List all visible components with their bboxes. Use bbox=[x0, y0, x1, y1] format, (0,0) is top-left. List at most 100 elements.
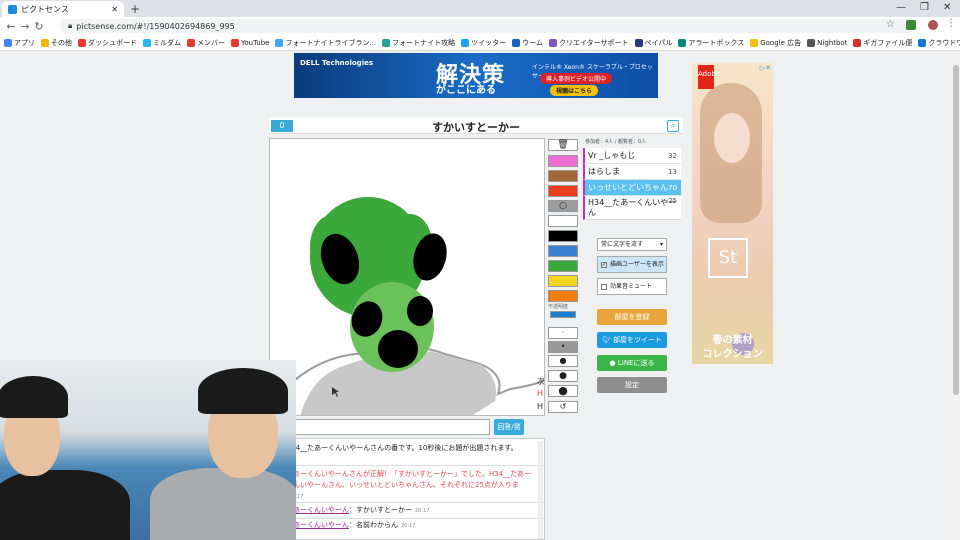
bookmark-item[interactable]: ギガファイル便 bbox=[853, 38, 912, 48]
page-scrollbar[interactable] bbox=[952, 51, 960, 540]
brush-size-1[interactable]: · bbox=[548, 327, 578, 339]
tab-active[interactable]: ピクトセンス ✕ bbox=[2, 1, 124, 17]
chat-input-row: 回答/発言 bbox=[288, 418, 546, 447]
brush-size-2[interactable]: • bbox=[548, 341, 578, 353]
banner-ad[interactable]: DELL Technologies 解決策 がここにある インテル® Xeon®… bbox=[294, 53, 658, 98]
color-swatch[interactable]: ○ bbox=[548, 200, 578, 212]
bookmark-item[interactable]: YouTube bbox=[231, 38, 269, 47]
bookmark-item[interactable]: フォートナイトライブラン... bbox=[275, 38, 376, 48]
color-swatch[interactable] bbox=[548, 155, 578, 167]
chat-stream-select[interactable]: 常に文字を流す ▾ bbox=[597, 238, 667, 251]
address-bar-row: ← → ↻ 🔒︎ pictsense.com/#!/1590402694869_… bbox=[0, 17, 960, 35]
menu-dots-icon[interactable]: ⋮ bbox=[946, 18, 956, 29]
new-tab-icon[interactable]: + bbox=[130, 2, 140, 16]
bookmark-favicon-icon bbox=[4, 38, 12, 47]
bookmark-favicon-icon bbox=[275, 38, 284, 47]
send-answer-button[interactable]: 回答/発言 bbox=[494, 419, 524, 447]
color-swatch[interactable] bbox=[548, 275, 578, 287]
maximize-icon[interactable]: ❐ bbox=[920, 2, 929, 13]
back-icon[interactable]: ← bbox=[4, 20, 18, 33]
magnifier-icon[interactable]: ⌕ bbox=[667, 120, 679, 132]
color-swatch[interactable] bbox=[548, 215, 578, 227]
bookmark-item[interactable]: アラートボックス bbox=[678, 38, 744, 48]
chat-message: たあーくんいやーん：名前わからん 20:17 bbox=[286, 521, 416, 529]
line-share-button[interactable]: ● LINEに送る bbox=[597, 355, 667, 371]
chat-log: H34__たあーくんいやーんさんの番です。10秒後にお題が出題されます。 たあー… bbox=[281, 438, 545, 540]
player-list: 参加者：4人 / 観覧者：0人 Vr _しゃもじ 32 はらしま 13 いっせいとどいち… bbox=[583, 138, 683, 220]
chevron-down-icon: ▾ bbox=[659, 241, 663, 248]
register-room-button[interactable]: 部屋を登録 bbox=[597, 309, 667, 325]
player-row: いっせいとどいちゃん 70 bbox=[583, 180, 681, 196]
bookmark-item[interactable]: Nightbot bbox=[807, 38, 847, 47]
extension-icon[interactable] bbox=[906, 20, 916, 30]
score-badge: 0 bbox=[271, 120, 293, 132]
bookmark-favicon-icon bbox=[461, 38, 470, 47]
close-window-icon[interactable]: ✕ bbox=[943, 2, 951, 13]
person-left-cap bbox=[0, 376, 68, 418]
chat-scrollbar[interactable] bbox=[538, 441, 543, 539]
bookmark-favicon-icon bbox=[750, 38, 759, 47]
adobe-logo: Adobe bbox=[698, 65, 720, 89]
twitter-icon: 🐦︎ bbox=[601, 336, 614, 344]
bookmarks-bar: アプリ その他 ダッシュボード ミルダム メンバー YouTube フォートナイトライブラン… bbox=[0, 35, 960, 51]
bookmark-item[interactable]: クリエイターサポート bbox=[548, 38, 629, 48]
chat-input[interactable] bbox=[288, 419, 490, 435]
webcam-overlay bbox=[0, 360, 296, 540]
ad-cta[interactable]: 視聴はこちら bbox=[550, 85, 599, 96]
brush-size-4[interactable]: ● bbox=[548, 370, 578, 382]
forward-icon[interactable]: → bbox=[18, 20, 32, 33]
ad-product: St bbox=[708, 238, 748, 278]
player-points: 25 bbox=[668, 197, 677, 205]
color-swatch[interactable] bbox=[548, 170, 578, 182]
brush-size-3[interactable]: ● bbox=[548, 355, 578, 367]
ad-text1: 春の素材 bbox=[712, 335, 753, 346]
bookmark-item[interactable]: ミルダム bbox=[143, 38, 181, 48]
bookmark-item[interactable]: アプリ bbox=[4, 38, 35, 48]
settings-button[interactable]: 設定 bbox=[597, 377, 667, 393]
player-row: H34__たあーくんいやーん 25 bbox=[583, 196, 681, 220]
bookmark-item[interactable]: ツイッター bbox=[461, 38, 506, 48]
color-swatch[interactable] bbox=[548, 260, 578, 272]
bookmark-favicon-icon bbox=[78, 38, 86, 47]
color-swatch[interactable] bbox=[548, 245, 578, 257]
color-swatch[interactable] bbox=[548, 185, 578, 197]
bookmark-item[interactable]: クラウドワークス bbox=[918, 38, 960, 48]
opacity-slider[interactable] bbox=[550, 311, 576, 318]
close-tab-icon[interactable]: ✕ bbox=[111, 5, 118, 14]
bookmark-item[interactable]: フォートナイト攻略 bbox=[382, 38, 455, 48]
bookmark-favicon-icon bbox=[678, 38, 687, 47]
minimize-icon[interactable]: — bbox=[896, 2, 906, 13]
bookmark-favicon-icon bbox=[918, 38, 927, 47]
tool-palette: 🗑︎ ○ 不透明度 · • ● ● ● ↺ bbox=[547, 138, 579, 416]
bookmark-item[interactable]: ウーム bbox=[512, 38, 543, 48]
checkbox-empty-icon bbox=[601, 283, 607, 290]
show-drawer-checkbox[interactable]: ✓ 描画ユーザーを表示 bbox=[597, 256, 667, 273]
player-points: 70 bbox=[668, 184, 677, 192]
lock-icon: 🔒︎ bbox=[68, 21, 73, 30]
mute-sound-checkbox[interactable]: 効果音ミュート bbox=[597, 278, 667, 295]
player-points: 13 bbox=[668, 168, 677, 176]
color-swatch[interactable] bbox=[548, 230, 578, 242]
reload-icon[interactable]: ↻ bbox=[32, 20, 46, 33]
color-swatch[interactable] bbox=[548, 290, 578, 302]
brush-size-5[interactable]: ● bbox=[548, 385, 578, 397]
hint-mark-2: H bbox=[537, 402, 544, 411]
star-icon[interactable]: ☆ bbox=[886, 19, 895, 30]
trash-icon[interactable]: 🗑︎ bbox=[548, 139, 578, 151]
bookmark-item[interactable]: メンバー bbox=[187, 38, 225, 48]
bookmark-item[interactable]: その他 bbox=[41, 38, 72, 48]
profile-avatar-icon[interactable] bbox=[928, 20, 938, 30]
bookmark-item[interactable]: ペイパル bbox=[634, 38, 672, 48]
undo-icon[interactable]: ↺ bbox=[548, 401, 578, 413]
chat-message: たあーくんいやーん：すかいすとーかー 20:17 bbox=[286, 506, 430, 514]
drawing-canvas[interactable]: 次 H H bbox=[269, 138, 545, 416]
url-input[interactable]: 🔒︎ pictsense.com/#!/1590402694869_995 bbox=[60, 19, 915, 33]
ad-choices-icon[interactable]: ▷✕ bbox=[760, 64, 771, 72]
bookmark-item[interactable]: Google 広告 bbox=[750, 38, 801, 48]
scroll-thumb[interactable] bbox=[953, 65, 959, 395]
side-ad[interactable]: Adobe St 春の素材 コレクション ▷✕ bbox=[692, 63, 773, 364]
bookmark-item[interactable]: ダッシュボード bbox=[78, 38, 137, 48]
bookmark-favicon-icon bbox=[41, 38, 49, 47]
bookmark-favicon-icon bbox=[634, 38, 643, 47]
tweet-room-button[interactable]: 🐦︎ 部屋をツイート bbox=[597, 332, 667, 348]
